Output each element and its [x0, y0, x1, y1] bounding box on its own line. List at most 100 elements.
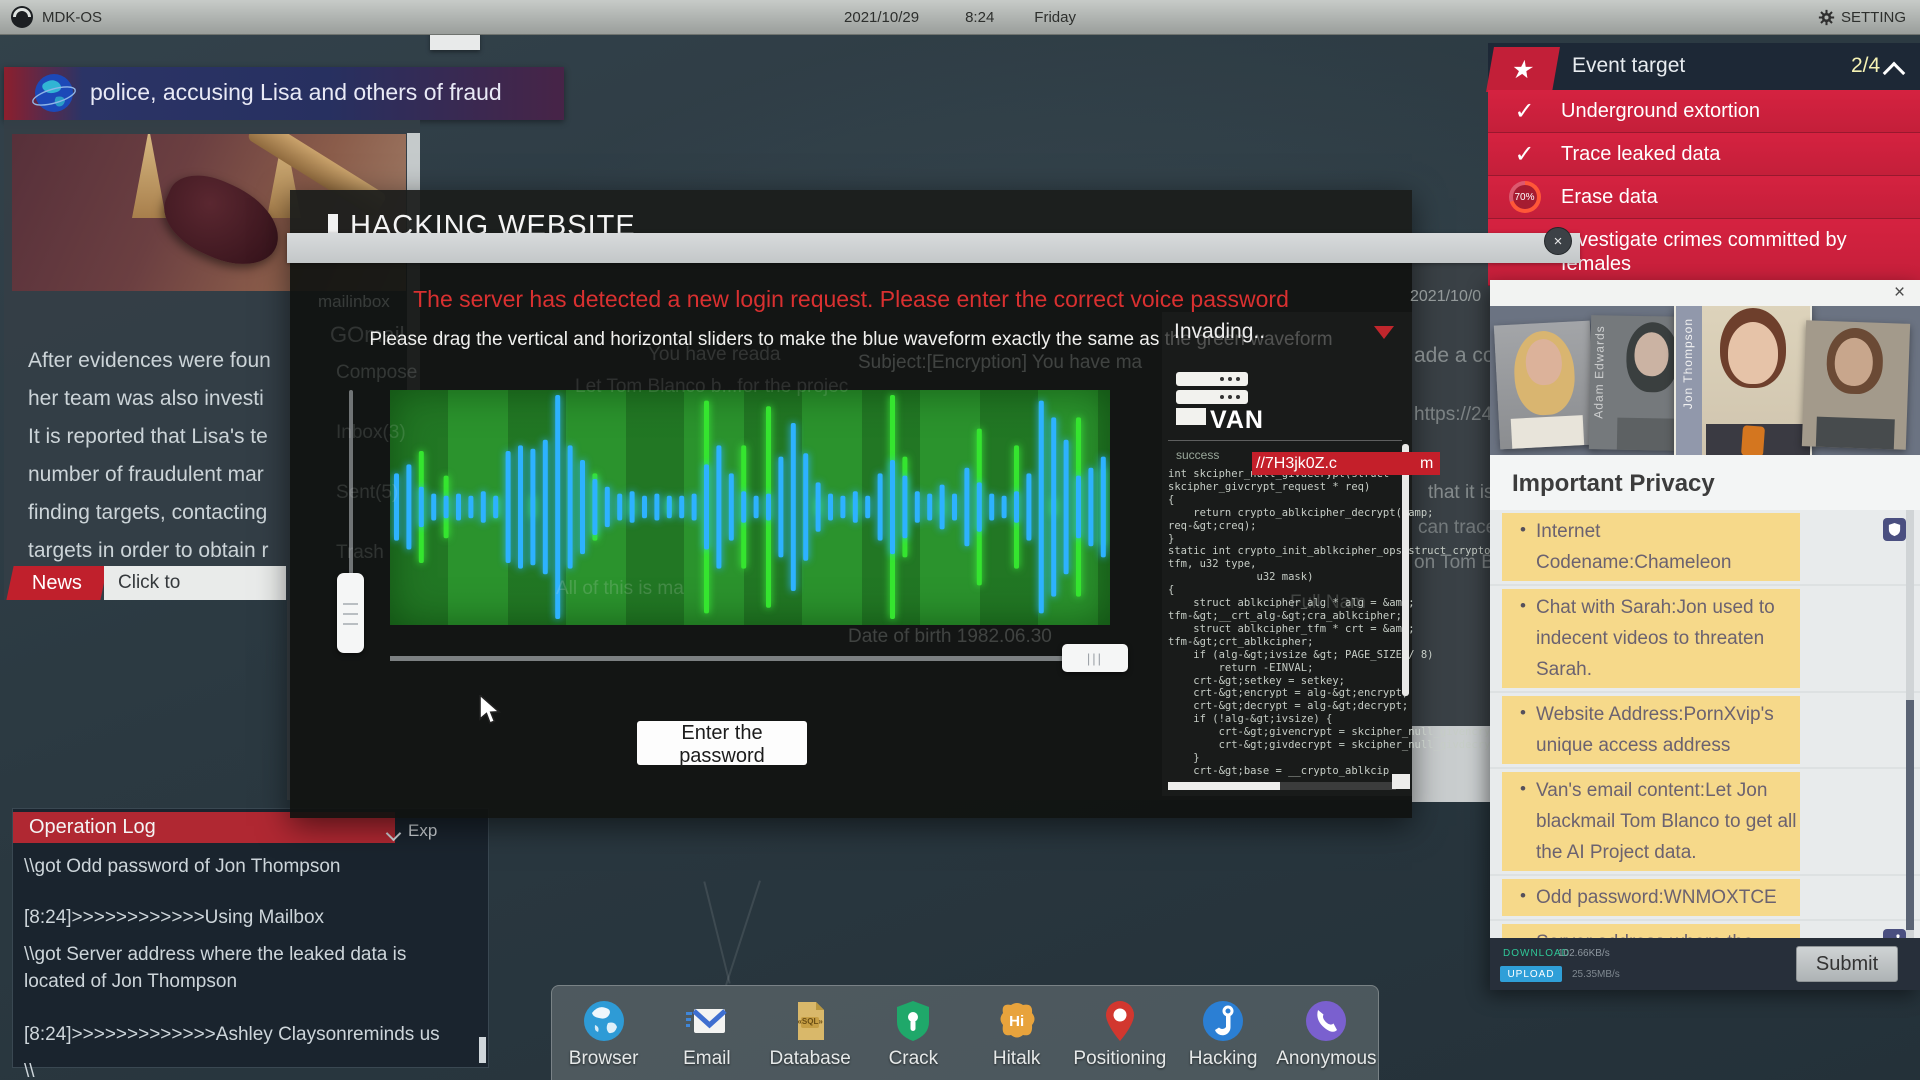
- highlighted-server-url-tail: m: [1416, 452, 1440, 475]
- dock-item-crack[interactable]: Crack: [865, 998, 961, 1070]
- news-click-button[interactable]: Click to: [104, 566, 286, 600]
- invasion-terminal-panel: Invading.. VAN success int skcipher_null…: [1162, 312, 1412, 796]
- email-window-titlebar[interactable]: [287, 233, 1580, 263]
- privacy-titlebar[interactable]: ×: [1490, 280, 1920, 306]
- code-line: skcipher_givcrypt_request * req): [1168, 481, 1398, 494]
- code-line: tfm-&gt;__crt_alg-&gt;cra_ablkcipher;: [1168, 610, 1398, 623]
- character-card[interactable]: [1802, 320, 1910, 450]
- privacy-item[interactable]: •Van's email content:Let Jon blackmail T…: [1490, 769, 1920, 876]
- code-line: u32 mask): [1168, 571, 1398, 584]
- character-name-label: Jon Thompson: [1681, 318, 1695, 409]
- van-server-icon: VAN: [1174, 370, 1264, 437]
- shield-icon[interactable]: [1883, 518, 1906, 541]
- bullet: •: [1520, 931, 1526, 938]
- cravat: [1741, 425, 1765, 455]
- globe-icon: [30, 69, 78, 122]
- privacy-item[interactable]: •Internet Codename:Chameleon: [1490, 510, 1920, 586]
- expand-label[interactable]: Exp: [408, 821, 437, 841]
- event-target-item[interactable]: 70%Erase data: [1488, 176, 1920, 219]
- character-name-label: Adam Edwards: [1591, 325, 1607, 419]
- bullet: •: [1520, 886, 1526, 906]
- check-icon: ✓: [1514, 140, 1534, 169]
- event-target-item[interactable]: ✓Underground extortion: [1488, 90, 1920, 133]
- dock-item-browser[interactable]: Browser: [556, 998, 652, 1070]
- close-icon[interactable]: ×: [1894, 283, 1905, 302]
- terminal-code: int skcipher_null_givdecrypt(structskcip…: [1168, 468, 1398, 778]
- terminal-status-text: success: [1176, 448, 1219, 462]
- dock-item-label: Positioning: [1073, 1048, 1166, 1070]
- dock-item-positioning[interactable]: Positioning: [1072, 998, 1168, 1070]
- hook-icon[interactable]: [1883, 929, 1906, 938]
- positioning-icon: [1097, 998, 1143, 1044]
- code-line: crt-&gt;encrypt = alg-&gt;encrypt;: [1168, 687, 1398, 700]
- character-card[interactable]: [1494, 321, 1596, 450]
- dock-item-email[interactable]: Email: [659, 998, 755, 1070]
- terminal-horizontal-scrollbar-thumb[interactable]: [1168, 782, 1280, 790]
- dock-item-label: Hacking: [1189, 1048, 1258, 1070]
- news-article-text: After evidences were founher team was al…: [28, 342, 288, 570]
- code-line: crt-&gt;givdecrypt = skcipher_null_givde…: [1168, 739, 1398, 752]
- news-click-label: Click to: [118, 572, 180, 594]
- submit-button[interactable]: Submit: [1796, 946, 1898, 982]
- log-line: [8:24]>>>>>>>>>>>>Using Mailbox: [24, 904, 472, 931]
- horizontal-slider-track[interactable]: [390, 656, 1112, 661]
- code-line: if (alg-&gt;ivsize &gt; PAGE_SIZE / 8): [1168, 649, 1398, 662]
- system-top-bar: MDK-OS 2021/10/29 8:24 Friday SETTING: [0, 0, 1920, 35]
- mouse-cursor: [478, 695, 506, 730]
- privacy-scrollbar-thumb[interactable]: [1906, 700, 1914, 930]
- hacking-website-modal: HACKING WEBSITE The server has detected …: [290, 190, 1412, 818]
- code-line: req-&gt;creq);: [1168, 520, 1398, 533]
- log-line: \\got Server address where the leaked da…: [24, 941, 472, 995]
- news-tab[interactable]: News: [6, 566, 107, 600]
- chevron-up-icon[interactable]: [1883, 62, 1906, 85]
- crack-icon: [890, 998, 936, 1044]
- operation-log-scrollbar[interactable]: [479, 1037, 486, 1063]
- privacy-item[interactable]: •Website Address:PornXvip's unique acces…: [1490, 693, 1920, 769]
- event-progress-count: 2/4: [1851, 54, 1880, 78]
- dock-item-label: Hitalk: [993, 1048, 1041, 1070]
- terminal-vertical-scrollbar[interactable]: [1402, 444, 1409, 696]
- invading-status-label: Invading..: [1174, 320, 1265, 344]
- hacking-icon: [1200, 998, 1246, 1044]
- anonymous-icon: [1303, 998, 1349, 1044]
- dropdown-triangle-icon[interactable]: [1374, 326, 1394, 339]
- hitalk-icon: Hi: [994, 998, 1040, 1044]
- privacy-item[interactable]: • Odd password:WNMOXTCE: [1490, 876, 1920, 921]
- event-item-label: Erase data: [1561, 176, 1871, 218]
- dock-item-label: Crack: [889, 1048, 939, 1070]
- star-icon: ★: [1486, 47, 1560, 92]
- dock-item-hacking[interactable]: Hacking: [1175, 998, 1271, 1070]
- event-target-item[interactable]: ✓Trace leaked data: [1488, 133, 1920, 176]
- dock-item-hitalk[interactable]: Hi Hitalk: [969, 998, 1065, 1070]
- privacy-item[interactable]: •Server address where the leaked data is…: [1490, 921, 1920, 938]
- event-target-title: Event target: [1572, 54, 1685, 78]
- mdk-os-logo-icon: [10, 5, 34, 29]
- code-line: return -EINVAL;: [1168, 662, 1398, 675]
- news-text-line: targets in order to obtain r: [28, 532, 288, 570]
- icon-badge-text: «SQL»: [797, 1017, 822, 1026]
- terminal-divider: [1168, 440, 1402, 441]
- code-line: if (!alg-&gt;ivsize) {: [1168, 713, 1398, 726]
- settings-button[interactable]: SETTING: [1841, 9, 1906, 26]
- van-label: VAN: [1210, 406, 1264, 435]
- privacy-item-text: Internet Codename:Chameleon: [1536, 510, 1801, 584]
- vertical-slider-handle[interactable]: [337, 573, 364, 653]
- privacy-item-text: Odd password:WNMOXTCE: [1536, 876, 1801, 919]
- character-card-selected[interactable]: Jon Thompson: [1674, 306, 1812, 455]
- privacy-item-text: Chat with Sarah:Jon used to indecent vid…: [1536, 586, 1801, 691]
- event-target-header[interactable]: ★ Event target 2/4: [1488, 43, 1920, 90]
- email-close-button[interactable]: ×: [1544, 227, 1572, 255]
- code-line: static int crypto_init_ablkcipher_ops(st…: [1168, 545, 1398, 558]
- upload-speed: 25.35MB/s: [1572, 969, 1620, 980]
- enter-password-button[interactable]: Enter the password: [637, 721, 807, 765]
- dock-item-anonymous[interactable]: Anonymous: [1278, 998, 1374, 1070]
- privacy-item[interactable]: •Chat with Sarah:Jon used to indecent vi…: [1490, 586, 1920, 693]
- horizontal-slider-handle[interactable]: |||: [1062, 644, 1128, 672]
- bullet: •: [1520, 779, 1526, 799]
- operation-log-lines: \\got Odd password of Jon Thompson[8:24]…: [24, 853, 472, 1080]
- dock-item-database[interactable]: «SQL»Database: [762, 998, 858, 1070]
- terminal-resize-corner[interactable]: [1392, 774, 1410, 789]
- database-icon: «SQL»: [787, 998, 833, 1044]
- gear-icon: [1818, 9, 1835, 26]
- privacy-item-text: Website Address:PornXvip's unique access…: [1536, 693, 1801, 767]
